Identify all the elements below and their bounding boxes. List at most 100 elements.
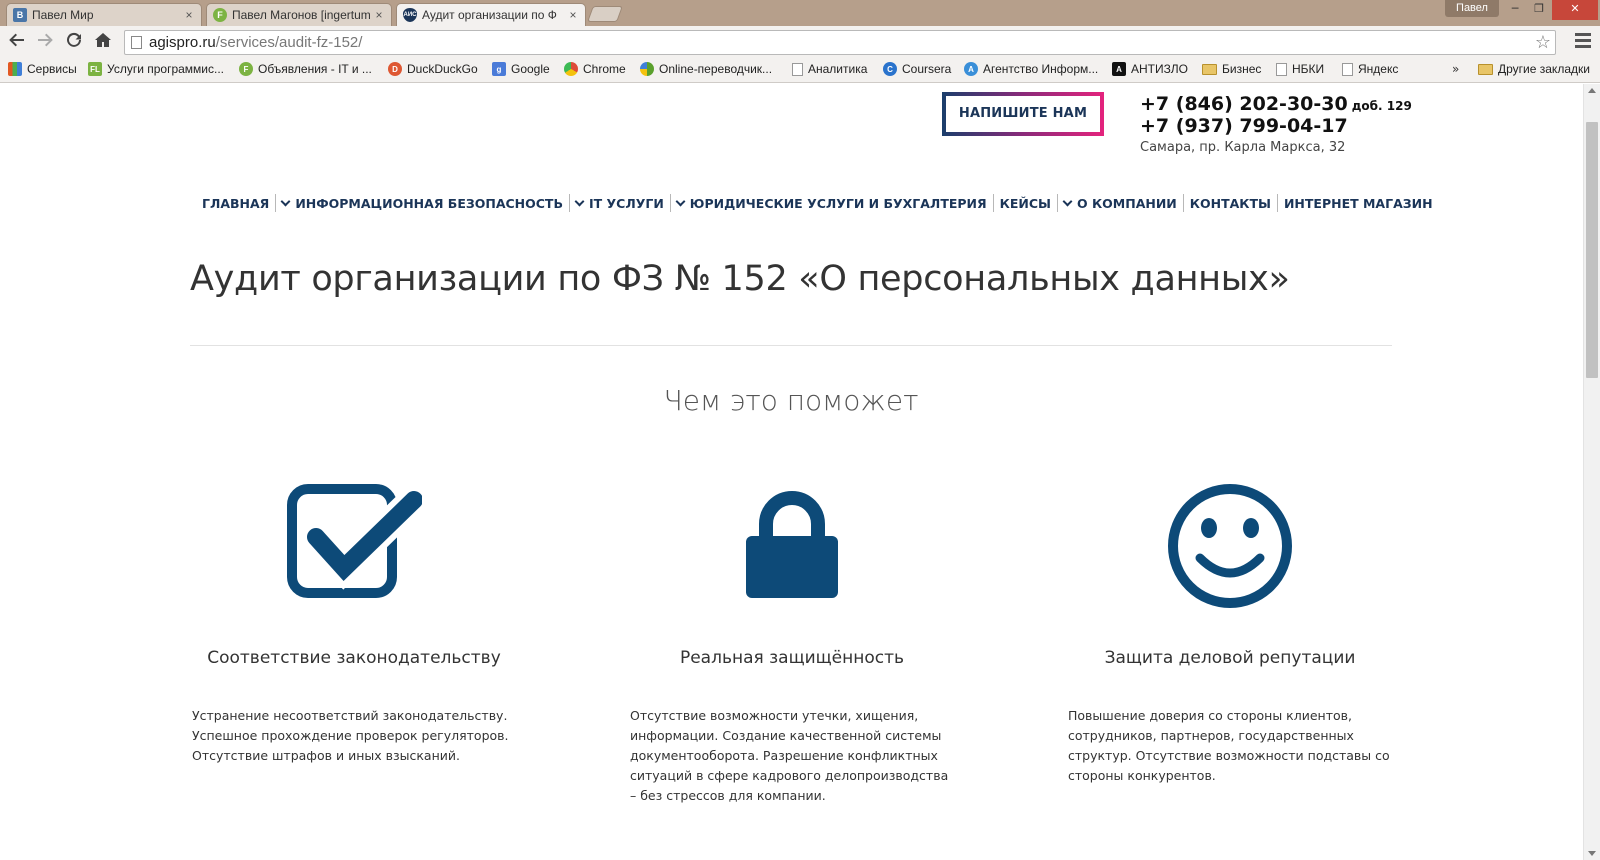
bookmark-business-folder[interactable]: Бизнес: [1202, 62, 1261, 76]
site-logo-icon: АИС: [403, 8, 417, 22]
nav-infosec[interactable]: ИНФОРМАЦИОННАЯ БЕЗОПАСНОСТЬ: [276, 196, 569, 211]
folder-icon: [1478, 63, 1493, 75]
feature-text-line: стороны конкурентов.: [1068, 768, 1216, 783]
bookmark-star-icon[interactable]: ☆: [1535, 32, 1551, 53]
bookmarks-more-button[interactable]: »: [1452, 62, 1459, 76]
bookmark-services[interactable]: Сервисы: [8, 62, 77, 76]
feature-text-line: Отсутствие возможности утечки, хищения,: [630, 708, 919, 723]
nav-cases[interactable]: КЕЙСЫ: [994, 196, 1057, 211]
nav-shop[interactable]: ИНТЕРНЕТ МАГАЗИН: [1278, 196, 1439, 211]
bookmark-other-folder[interactable]: Другие закладки: [1478, 62, 1590, 76]
chrome-icon: [564, 62, 578, 76]
feature-text: Отсутствие возможности утечки, хищения, …: [592, 706, 992, 806]
profile-button[interactable]: Павел: [1445, 0, 1499, 17]
home-icon[interactable]: [92, 31, 114, 53]
bookmark-label: Google: [511, 62, 550, 76]
feature-title: Защита деловой репутации: [1104, 648, 1356, 668]
bookmark-label: Аналитика: [808, 62, 868, 76]
page-scrollbar[interactable]: [1583, 84, 1600, 860]
nav-about[interactable]: О КОМПАНИИ: [1058, 196, 1183, 211]
feature-icon-wrap: [154, 482, 554, 612]
phone-primary[interactable]: +7 (846) 202-30-30 доб. 129: [1140, 93, 1412, 115]
browser-tab-3-active[interactable]: АИС Аудит организации по Ф ×: [396, 3, 586, 26]
close-window-icon[interactable]: ✕: [1552, 0, 1598, 20]
feature-text-line: Отсутствие штрафов и иных взысканий.: [192, 748, 460, 763]
bookmark-label: Яндекс: [1358, 62, 1399, 76]
f-icon: F: [239, 62, 253, 76]
nav-contacts[interactable]: КОНТАКТЫ: [1184, 196, 1277, 211]
new-tab-button[interactable]: [587, 6, 623, 22]
nav-label: ИНФОРМАЦИОННАЯ БЕЗОПАСНОСТЬ: [295, 195, 563, 211]
url-path: /services/audit-fz-152/: [215, 34, 363, 51]
forward-icon[interactable]: [34, 31, 56, 53]
bookmark-ads[interactable]: F Объявления - IT и ...: [239, 62, 372, 76]
bookmark-label: НБКИ: [1292, 62, 1325, 76]
duckduckgo-icon: D: [388, 62, 402, 76]
url-text: agispro.ru/services/audit-fz-152/: [149, 34, 362, 51]
feature-title: Соответствие законодательству: [207, 648, 501, 668]
nav-label: КОНТАКТЫ: [1189, 195, 1271, 211]
scroll-up-icon[interactable]: [1588, 88, 1596, 93]
back-icon[interactable]: [6, 31, 28, 53]
main-navigation: ГЛАВНАЯ ИНФОРМАЦИОННАЯ БЕЗОПАСНОСТЬ IT У…: [196, 194, 1439, 212]
nav-it-services[interactable]: IT УСЛУГИ: [570, 196, 670, 211]
section-title: Чем это поможет: [663, 384, 919, 417]
bookmark-nbki[interactable]: НБКИ: [1276, 62, 1324, 76]
scroll-down-icon[interactable]: [1588, 851, 1596, 856]
company-address: Самара, пр. Карла Маркса, 32: [1140, 140, 1346, 155]
page-icon: [131, 36, 142, 49]
chevron-down-icon: [675, 196, 686, 206]
bookmark-label: Бизнес: [1222, 62, 1262, 76]
feature-text-line: Устранение несоответствий законодательст…: [192, 708, 508, 723]
address-bar[interactable]: agispro.ru/services/audit-fz-152/ ☆: [124, 30, 1556, 55]
bookmark-google[interactable]: g Google: [492, 62, 550, 76]
bookmark-analytics[interactable]: Аналитика: [792, 62, 867, 76]
bookmark-label: АНТИЗЛО: [1131, 62, 1188, 76]
browser-menu-icon[interactable]: [1575, 33, 1591, 51]
bookmark-translator[interactable]: Online-переводчик...: [640, 62, 772, 76]
nav-label: ГЛАВНАЯ: [202, 195, 270, 211]
bookmark-yandex[interactable]: Яндекс: [1342, 62, 1398, 76]
bookmark-fl[interactable]: FL Услуги программис...: [88, 62, 224, 76]
page-icon: [1276, 62, 1287, 76]
close-icon[interactable]: ×: [373, 8, 385, 22]
bookmark-label: Coursera: [902, 62, 952, 76]
browser-toolbar: agispro.ru/services/audit-fz-152/ ☆: [0, 26, 1600, 59]
contact-us-button[interactable]: НАПИШИТЕ НАМ: [942, 92, 1104, 136]
close-icon[interactable]: ×: [567, 8, 579, 22]
google-icon: g: [492, 62, 506, 76]
phone-secondary[interactable]: +7 (937) 799-04-17: [1140, 115, 1348, 137]
feature-text-line: ситуаций в сфере кадрового делопроизводс…: [630, 768, 949, 783]
bookmark-chrome[interactable]: Chrome: [564, 62, 626, 76]
browser-tab-2[interactable]: F Павел Магонов [ingertum ×: [206, 3, 392, 26]
feature-text-line: сотрудников, партнеров, государственных: [1068, 728, 1354, 743]
phone-number: +7 (846) 202-30-30: [1140, 93, 1348, 115]
bookmark-antizlo[interactable]: A АНТИЗЛО: [1112, 62, 1188, 76]
nav-home[interactable]: ГЛАВНАЯ: [196, 196, 275, 211]
feature-compliance: Соответствие законодательству Устранение…: [154, 482, 554, 766]
close-icon[interactable]: ×: [183, 8, 195, 22]
feature-text-line: документооборота. Разрешение конфликтных: [630, 748, 938, 763]
bookmark-agency[interactable]: A Агентство Информ...: [964, 62, 1098, 76]
bookmark-label: DuckDuckGo: [407, 62, 478, 76]
bookmark-label: Chrome: [583, 62, 626, 76]
feature-text: Устранение несоответствий законодательст…: [154, 706, 554, 766]
feature-text: Повышение доверия со стороны клиентов, с…: [1030, 706, 1430, 786]
bookmark-coursera[interactable]: C Coursera: [883, 62, 951, 76]
restore-icon[interactable]: ❐: [1526, 0, 1552, 20]
chevron-down-icon: [280, 196, 291, 206]
nav-legal-accounting[interactable]: ЮРИДИЧЕСКИЕ УСЛУГИ И БУХГАЛТЕРИЯ: [671, 196, 993, 211]
browser-tab-1[interactable]: B Павел Мир ×: [6, 3, 202, 26]
nav-label: О КОМПАНИИ: [1076, 195, 1177, 211]
reload-icon[interactable]: [63, 31, 85, 53]
divider: [190, 345, 1392, 346]
fl-icon: FL: [88, 62, 102, 76]
minimize-icon[interactable]: ─: [1502, 0, 1528, 20]
url-host: agispro.ru: [149, 34, 216, 51]
bookmarks-bar: Сервисы FL Услуги программис... F Объявл…: [0, 59, 1600, 83]
bookmark-duckduckgo[interactable]: D DuckDuckGo: [388, 62, 478, 76]
page-icon: [792, 62, 803, 76]
bookmark-label: Услуги программис...: [107, 62, 225, 76]
scroll-thumb[interactable]: [1586, 122, 1598, 378]
chevron-down-icon: [574, 196, 585, 206]
